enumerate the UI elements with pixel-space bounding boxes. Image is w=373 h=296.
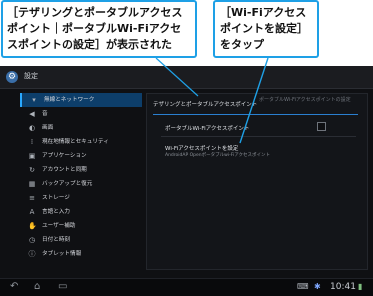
nav-item-location[interactable]: ⁞ 現在地情報とセキュリティ [20, 135, 140, 149]
detail-header-right: ポータブルWi-Fiアクセスポイントの設定 [259, 97, 351, 103]
sound-icon: ◀ [29, 110, 35, 118]
nav-item-accessibility[interactable]: ✋ ユーザー補助 [20, 219, 140, 233]
clock-icon: ◷ [28, 236, 36, 244]
nav-item-display[interactable]: ◐ 画面 [20, 121, 140, 135]
storage-icon: ≡ [29, 194, 35, 202]
settings-nav: ▾ 無線とネットワーク ◀ 音 ◐ 画面 ⁞ 現在地情報とセキュリティ ▣ アプ… [20, 93, 142, 268]
apps-icon: ▣ [28, 152, 36, 160]
settings-gear-icon[interactable]: ⚙ [6, 71, 18, 83]
header-divider [153, 114, 358, 115]
wireless-icon: ▾ [32, 96, 36, 104]
backup-icon: ▦ [28, 180, 36, 188]
wifi-hotspot-settings-item[interactable]: Wi-Fiアクセスポイントを設定 [165, 144, 238, 152]
list-divider [161, 136, 356, 137]
app-title: 設定 [24, 72, 38, 80]
settings-detail: テザリングとポータブルアクセスポイント ポータブルWi-Fiアクセスポイントの設… [146, 93, 368, 270]
nav-item-apps[interactable]: ▣ アプリケーション [20, 149, 140, 163]
wifi-hotspot-settings-subtitle: AndroidAP Openポータブルwi-Fiアクセスポイント [165, 153, 270, 158]
nav-item-about[interactable]: ⓘ タブレット情報 [20, 247, 140, 261]
info-icon: ⓘ [28, 250, 36, 258]
keyboard-icon: ⌨ [297, 282, 309, 291]
language-icon: A [29, 208, 35, 216]
nav-item-accounts[interactable]: ↻ アカウントと同期 [20, 163, 140, 177]
display-icon: ◐ [28, 124, 36, 132]
callout-right: ［Wi-Fiアクセスポイントを設定］をタップ [213, 0, 319, 58]
system-bar: ↶ ⌂ ▭ ⌨ ✱ 10:41 ▮ [0, 278, 373, 296]
location-lock-icon: ⁞ [30, 138, 34, 146]
home-icon[interactable]: ⌂ [34, 282, 40, 292]
sync-icon: ↻ [29, 166, 35, 174]
back-icon[interactable]: ↶ [10, 282, 18, 292]
recent-apps-icon[interactable]: ▭ [58, 282, 67, 292]
bluetooth-icon: ✱ [314, 282, 321, 291]
callout-left: ［テザリングとポータブルアクセスポイント｜ポータブルWi-Fiアクセスポイントの… [1, 0, 197, 58]
nav-item-storage[interactable]: ≡ ストレージ [20, 191, 140, 205]
nav-item-sound[interactable]: ◀ 音 [20, 107, 140, 121]
nav-item-wireless[interactable]: ▾ 無線とネットワーク [20, 93, 142, 107]
nav-item-backup[interactable]: ▦ バックアップと復元 [20, 177, 140, 191]
action-bar: ⚙ 設定 [0, 66, 373, 89]
nav-item-language[interactable]: A 言語と入力 [20, 205, 140, 219]
portable-hotspot-checkbox[interactable] [317, 122, 326, 131]
detail-header: テザリングとポータブルアクセスポイント [153, 102, 258, 108]
accessibility-icon: ✋ [28, 222, 37, 230]
tablet-screen: ⚙ 設定 ▾ 無線とネットワーク ◀ 音 ◐ 画面 ⁞ 現在地情報とセキュリティ… [0, 66, 373, 296]
nav-item-datetime[interactable]: ◷ 日付と時刻 [20, 233, 140, 247]
portable-hotspot-toggle-label[interactable]: ポータブルWi-Fiアクセスポイント [165, 124, 249, 132]
clock-text: 10:41 [330, 282, 356, 292]
signal-icon: ▮ [358, 282, 363, 291]
